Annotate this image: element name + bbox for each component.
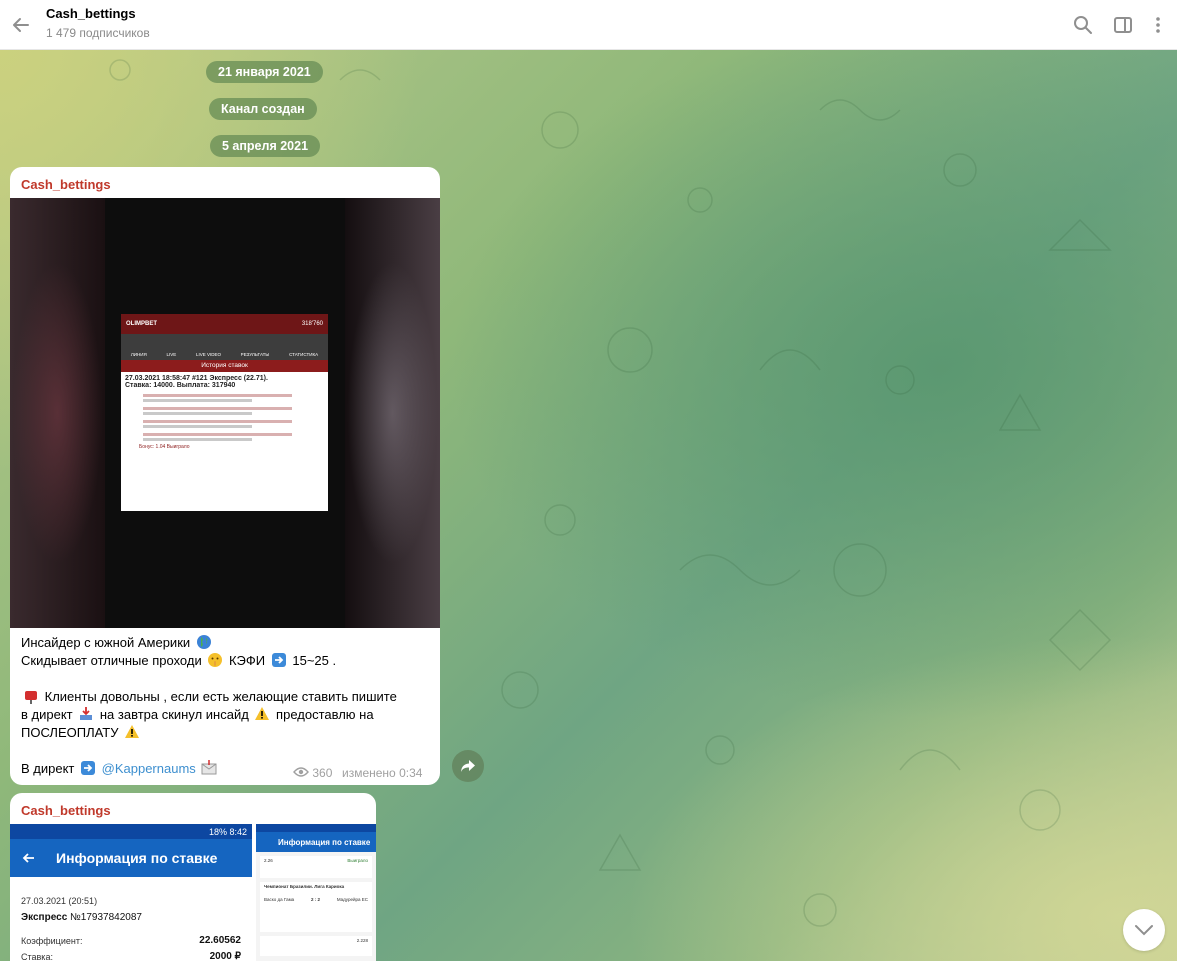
back-arrow-icon: [13, 18, 29, 32]
screenshot-bonus: Бонус: 1.04 Выиграло: [139, 444, 190, 450]
screenshot-body: 27.03.2021 18:58:47 #121 Экспресс (22.71…: [121, 372, 328, 453]
bet-title: Экспресс №17937842087: [21, 912, 142, 923]
message-sender[interactable]: Cash_bettings: [21, 803, 111, 818]
username-link[interactable]: @Kappernaums: [102, 761, 196, 776]
screenshot-topbar: OLIMPBET 318'760: [121, 314, 328, 334]
shushing-face-icon: [208, 653, 223, 667]
bet-detail-screenshot[interactable]: Информация по ставке Выиграло 2.26 Чемпи…: [256, 824, 376, 961]
message-photo[interactable]: OLIMPBET 318'760 ЛИНИЯ LIVE LIVE VIDEO Р…: [10, 198, 440, 628]
right-arrow-icon: [81, 761, 96, 775]
eye-icon: [293, 767, 309, 777]
phone-appbar: Информация по ставке: [10, 839, 252, 877]
search-button[interactable]: [1071, 13, 1095, 37]
stake-label: Ставка:: [21, 952, 53, 961]
screenshot-event-line: [143, 420, 293, 423]
screenshot-nav: ЛИНИЯ LIVE LIVE VIDEO РЕЗУЛЬТАТЫ СТАТИСТ…: [121, 334, 328, 360]
screenshot-nav-item: LIVE: [166, 352, 177, 357]
mailbox-icon: [25, 691, 37, 704]
search-icon: [1074, 16, 1092, 34]
screenshot-bet-line: 27.03.2021 18:58:47 #121 Экспресс (22.71…: [125, 375, 268, 382]
edited-timestamp: изменено 0:34: [342, 766, 423, 780]
inbox-tray-icon: [80, 707, 93, 720]
phone-status-bar: 18% 8:42: [10, 824, 252, 839]
date-pill: 5 апреля 2021: [210, 135, 321, 157]
bet-screenshot: OLIMPBET 318'760 ЛИНИЯ LIVE LIVE VIDEO Р…: [121, 314, 328, 511]
screenshot-brand: OLIMPBET: [126, 321, 157, 327]
message-sender[interactable]: Cash_bettings: [21, 177, 111, 192]
screenshot-nav-item: LIVE VIDEO: [195, 352, 221, 357]
post-text-line: В директ @Kappernaums: [21, 760, 219, 776]
screenshot-nav-item: СТАТИСТИКА: [289, 352, 319, 357]
chat-header: Cash_bettings 1 479 подписчиков: [0, 0, 1177, 50]
post-text-line: Клиенты довольны , если есть желающие ст…: [21, 688, 397, 704]
screenshot-nav-item: РЕЗУЛЬТАТЫ: [240, 352, 270, 357]
screenshot-nav-item: ЛИНИЯ: [130, 352, 147, 357]
screenshot-event-line: [143, 407, 293, 410]
warning-icon: [255, 707, 270, 720]
scroll-down-button[interactable]: [1123, 909, 1165, 951]
phone-appbar-title: Информация по ставке: [56, 850, 218, 866]
warning-icon: [125, 725, 140, 738]
phone-status-bar: [256, 824, 376, 832]
coef-value: 22.60562: [199, 935, 241, 946]
screenshot-event-line: [143, 412, 253, 415]
more-vertical-icon: [1156, 17, 1160, 33]
screenshot-event-line: [143, 438, 253, 441]
service-message: Канал создан: [209, 98, 317, 120]
event-card: 2.228: [260, 936, 372, 956]
subscriber-count: 1 479 подписчиков: [46, 26, 150, 40]
screenshot-balance: 318'760: [301, 321, 323, 327]
share-icon: [461, 760, 475, 772]
screenshot-history-title: История ставок: [121, 360, 328, 372]
photo-blur-left: [10, 198, 105, 628]
chat-area[interactable]: 21 января 2021 Канал создан 5 апреля 202…: [0, 50, 1177, 961]
event-card: Выиграло 2.26: [260, 856, 372, 878]
share-button[interactable]: [452, 750, 484, 782]
phone-appbar-title: Информация по ставке: [256, 832, 376, 852]
message-bubble[interactable]: Cash_bettings 18% 8:42 Информация по ста…: [10, 793, 376, 961]
screenshot-event-line: [143, 433, 293, 436]
screenshot-stake-line: Ставка: 14000. Выплата: 317940: [125, 382, 236, 389]
stake-value: 2000 ₽: [209, 951, 241, 961]
match-card: Чемпионат Бразилии. Лига Кариока Васко д…: [260, 882, 372, 932]
post-text-line: ПОСЛЕОПЛАТУ: [21, 724, 142, 740]
chevron-down-icon: [1135, 925, 1153, 936]
sidebar-toggle-icon: [1114, 17, 1132, 33]
screenshot-event-line: [143, 425, 253, 428]
post-text-line: Скидывает отличные проходи КЭФИ 15~25 .: [21, 653, 337, 668]
bet-info-screenshot[interactable]: 18% 8:42 Информация по ставке 27.03.2021…: [10, 824, 252, 961]
post-text-line: в директ на завтра скинул инсайд предост…: [21, 707, 374, 722]
back-arrow-icon: [22, 853, 34, 863]
view-count: 360: [293, 766, 332, 780]
channel-title[interactable]: Cash_bettings: [46, 6, 136, 21]
right-arrow-icon: [271, 653, 286, 667]
post-text-line: Инсайдер с южной Америки: [21, 634, 214, 650]
date-pill: 21 января 2021: [206, 61, 323, 83]
sidebar-toggle-button[interactable]: [1111, 13, 1135, 37]
screenshot-event-line: [143, 399, 253, 402]
screenshot-event-line: [143, 394, 293, 397]
photo-blur-right: [345, 198, 440, 628]
back-button[interactable]: [8, 12, 34, 38]
bet-date: 27.03.2021 (20:51): [21, 896, 98, 906]
more-button[interactable]: [1146, 13, 1170, 37]
envelope-icon: [201, 760, 217, 775]
coef-label: Коэффициент:: [21, 936, 83, 946]
globe-icon: [196, 635, 211, 649]
